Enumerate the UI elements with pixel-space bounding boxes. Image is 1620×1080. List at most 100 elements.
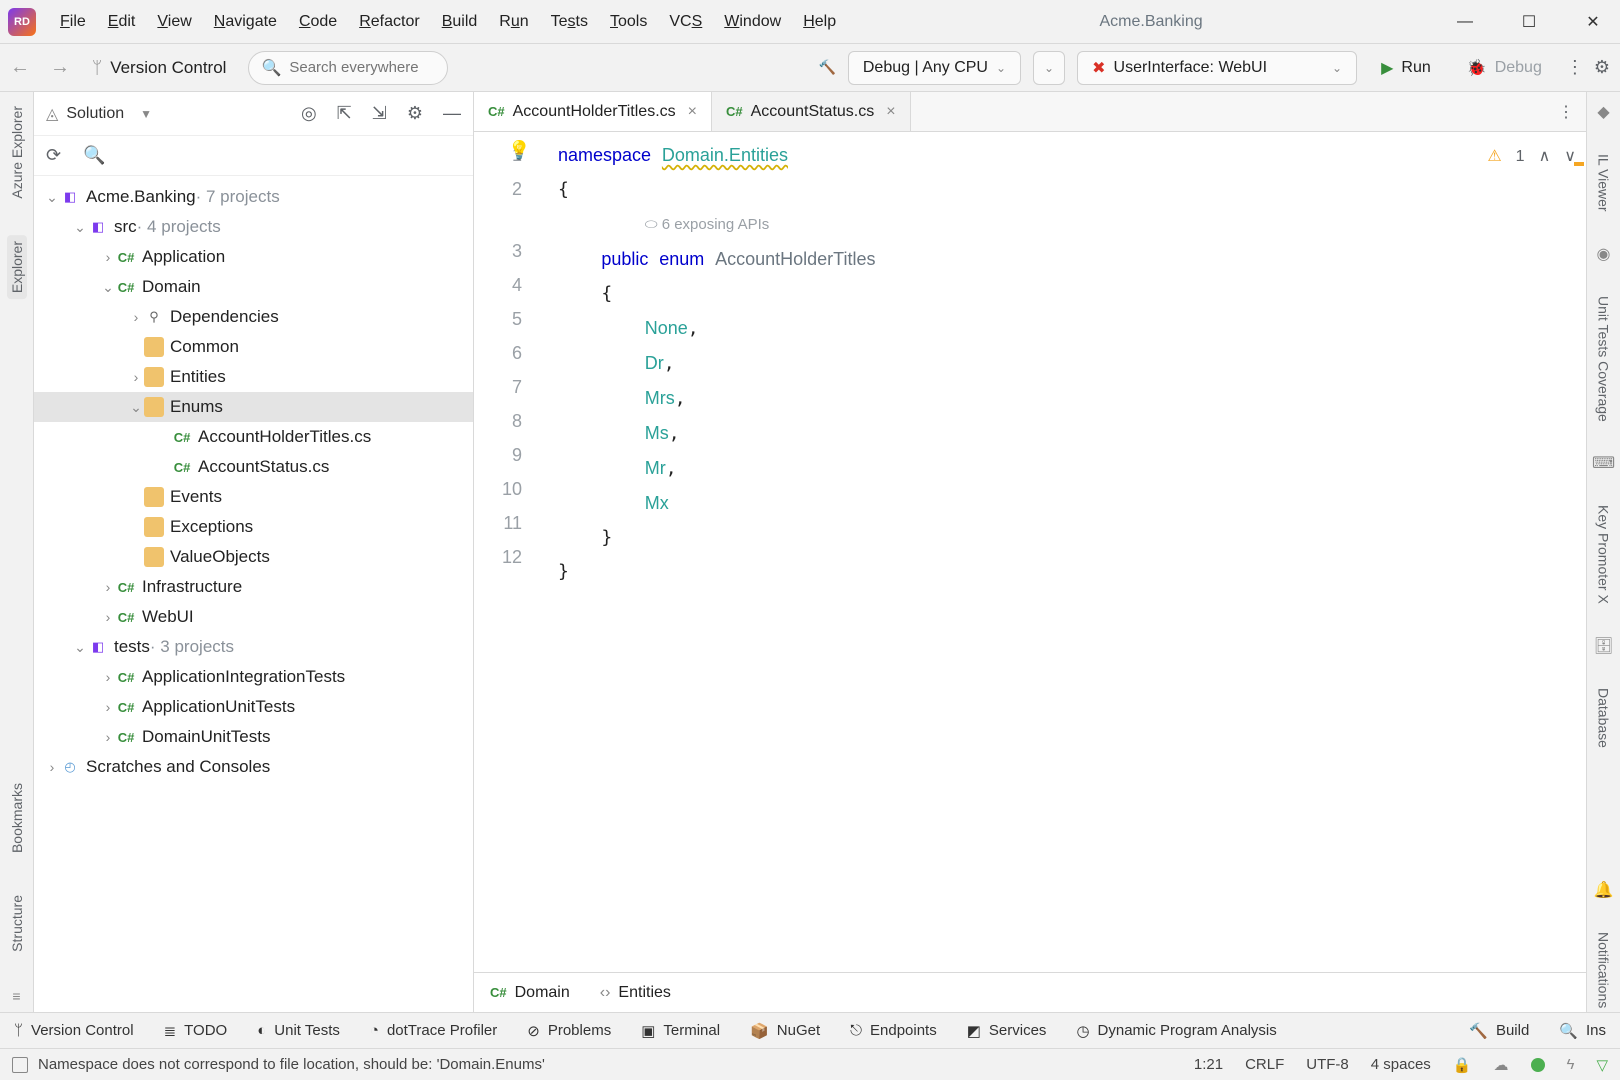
next-highlight-icon[interactable]: ∨ [1564, 140, 1576, 174]
left-tab-structure[interactable]: Structure [7, 889, 27, 958]
tree-events[interactable]: Events [34, 482, 473, 512]
run-button[interactable]: ▶ Run [1369, 51, 1443, 85]
tree-exceptions[interactable]: Exceptions [34, 512, 473, 542]
menu-window[interactable]: Window [714, 9, 791, 35]
tree-src[interactable]: ⌄◧src · 4 projects [34, 212, 473, 242]
search-input[interactable] [289, 59, 435, 76]
menu-tools[interactable]: Tools [600, 9, 657, 35]
solution-view-label[interactable]: Solution [66, 105, 124, 123]
coverage-icon[interactable]: ◉ [1597, 244, 1611, 264]
left-tab-explorer[interactable]: Explorer [7, 235, 27, 299]
tab-list-icon[interactable]: ⋮ [1546, 92, 1586, 131]
close-tab-icon[interactable]: × [688, 103, 697, 121]
power-save-icon[interactable]: ϟ [1567, 1056, 1575, 1073]
collapse-icon[interactable]: ⇲ [372, 103, 387, 124]
bottom-unittests[interactable]: ◐Unit Tests [257, 1022, 340, 1039]
menu-help[interactable]: Help [793, 9, 846, 35]
hide-panel-icon[interactable]: — [443, 103, 461, 124]
shield-icon[interactable]: ▽ [1596, 1056, 1608, 1074]
minimize-icon[interactable]: — [1456, 13, 1474, 31]
tree-test-3[interactable]: ›C#DomainUnitTests [34, 722, 473, 752]
nav-back-icon[interactable]: ← [10, 56, 30, 79]
status-ok-icon[interactable] [1531, 1058, 1545, 1072]
bottom-inspect[interactable]: 🔍Ins [1559, 1022, 1606, 1040]
menu-navigate[interactable]: Navigate [204, 9, 287, 35]
menu-run[interactable]: Run [489, 9, 538, 35]
breadcrumb-domain[interactable]: C#Domain [490, 984, 570, 1002]
search-everywhere[interactable]: 🔍 [248, 51, 448, 85]
search-icon[interactable]: 🔍 [83, 145, 105, 166]
left-tab-bookmarks[interactable]: Bookmarks [7, 777, 27, 859]
tree-test-1[interactable]: ›C#ApplicationIntegrationTests [34, 662, 473, 692]
menu-code[interactable]: Code [289, 9, 347, 35]
tree-common[interactable]: Common [34, 332, 473, 362]
tab-accountholdertitles[interactable]: C# AccountHolderTitles.cs × [474, 92, 712, 131]
code-lens-hint[interactable]: ⬭ [645, 216, 662, 233]
tree-scratches[interactable]: ›◴Scratches and Consoles [34, 752, 473, 782]
bottom-services[interactable]: ◩Services [967, 1022, 1047, 1040]
right-tab-ilviewer[interactable]: IL Viewer [1594, 150, 1614, 216]
tree-file-1[interactable]: C#AccountHolderTitles.cs [34, 422, 473, 452]
bell-icon[interactable]: 🔔 [1594, 880, 1614, 900]
lightbulb-icon[interactable]: 💡 [508, 140, 530, 161]
indent-setting[interactable]: 4 spaces [1371, 1056, 1431, 1073]
menu-file[interactable]: File [50, 9, 96, 35]
keypromoter-icon[interactable]: ⌨ [1592, 453, 1615, 473]
menu-refactor[interactable]: Refactor [349, 9, 429, 35]
right-tab-database[interactable]: Database [1594, 684, 1614, 752]
menu-build[interactable]: Build [432, 9, 488, 35]
close-tab-icon[interactable]: × [886, 103, 895, 121]
nav-forward-icon[interactable]: → [50, 56, 70, 79]
tree-entities[interactable]: ›Entities [34, 362, 473, 392]
sync-icon[interactable]: ⟳ [46, 145, 61, 166]
structure-icon[interactable]: ≡ [12, 988, 20, 1004]
bottom-problems[interactable]: ⊘Problems [527, 1022, 611, 1040]
left-tab-azure[interactable]: Azure Explorer [7, 100, 27, 205]
tool-windows-icon[interactable] [12, 1057, 28, 1073]
tree-enums[interactable]: ⌄Enums [34, 392, 473, 422]
cursor-position[interactable]: 1:21 [1194, 1056, 1223, 1073]
bottom-endpoints[interactable]: ⎋Endpoints [850, 1022, 937, 1039]
menu-view[interactable]: View [147, 9, 201, 35]
sync-icon[interactable]: ☁ [1494, 1056, 1509, 1074]
chevron-down-icon[interactable]: ▼ [140, 107, 152, 121]
database-icon[interactable]: 🗄 [1593, 636, 1613, 656]
right-tab-notifications[interactable]: Notifications [1594, 928, 1614, 1012]
tree-test-2[interactable]: ›C#ApplicationUnitTests [34, 692, 473, 722]
bottom-dottrace[interactable]: ◔dotTrace Profiler [370, 1022, 497, 1039]
right-tab-keypromoter[interactable]: Key Promoter X [1594, 501, 1614, 608]
line-ending[interactable]: CRLF [1245, 1056, 1284, 1073]
gear-icon[interactable]: ⚙ [407, 103, 423, 124]
more-actions-icon[interactable]: ⋮ [1566, 57, 1582, 78]
attach-process-button[interactable]: ⌄ [1033, 51, 1065, 85]
bottom-todo[interactable]: ≣TODO [164, 1022, 228, 1040]
error-stripe-marker[interactable] [1574, 162, 1584, 166]
maximize-icon[interactable]: ☐ [1520, 13, 1538, 31]
bottom-dpa[interactable]: ◷Dynamic Program Analysis [1076, 1022, 1276, 1040]
bottom-build[interactable]: 🔨Build [1469, 1022, 1529, 1040]
encoding[interactable]: UTF-8 [1306, 1056, 1349, 1073]
bottom-terminal[interactable]: ▣Terminal [641, 1022, 720, 1040]
tree-file-2[interactable]: C#AccountStatus.cs [34, 452, 473, 482]
run-config-dropdown[interactable]: ✖ UserInterface: WebUI ⌄ [1077, 51, 1357, 85]
tree-valueobjects[interactable]: ValueObjects [34, 542, 473, 572]
tree-application[interactable]: ›C#Application [34, 242, 473, 272]
tree-webui[interactable]: ›C#WebUI [34, 602, 473, 632]
code-editor[interactable]: namespace Domain.Entities { ⬭ 6 exposing… [554, 132, 1586, 972]
target-icon[interactable]: ◎ [301, 103, 317, 124]
expand-icon[interactable]: ⇱ [337, 103, 352, 124]
close-icon[interactable]: ✕ [1584, 13, 1602, 31]
tree-tests[interactable]: ⌄◧tests · 3 projects [34, 632, 473, 662]
inspection-widget[interactable]: ⚠1 ∧ ∨ [1487, 140, 1576, 174]
tree-dependencies[interactable]: ›⚲Dependencies [34, 302, 473, 332]
tab-accountstatus[interactable]: C# AccountStatus.cs × [712, 92, 911, 131]
settings-icon[interactable]: ⚙ [1594, 57, 1610, 78]
bottom-nuget[interactable]: 📦NuGet [750, 1022, 820, 1040]
build-config-dropdown[interactable]: Debug | Any CPU ⌄ [848, 51, 1021, 85]
right-tab-coverage[interactable]: Unit Tests Coverage [1594, 292, 1614, 426]
tree-domain[interactable]: ⌄C#Domain [34, 272, 473, 302]
lock-icon[interactable]: 🔒 [1453, 1056, 1472, 1074]
tree-root[interactable]: ⌄◧Acme.Banking · 7 projects [34, 182, 473, 212]
tree-infrastructure[interactable]: ›C#Infrastructure [34, 572, 473, 602]
version-control-button[interactable]: ᛘ Version Control [82, 54, 236, 82]
